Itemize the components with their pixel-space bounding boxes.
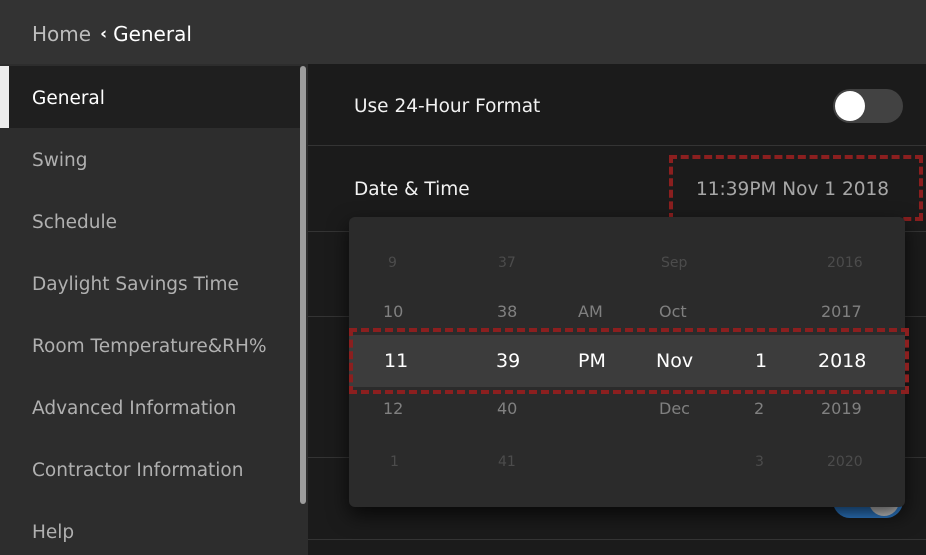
picker-option[interactable]: AM: [578, 302, 603, 322]
sidebar-scrollbar[interactable]: [300, 66, 306, 504]
sidebar: General Swing Schedule Daylight Savings …: [0, 64, 308, 555]
picker-option[interactable]: 1: [390, 452, 399, 472]
picker-option[interactable]: 3: [755, 452, 764, 472]
sidebar-item-schedule[interactable]: Schedule: [0, 190, 300, 252]
page-title: General: [113, 22, 192, 46]
picker-option[interactable]: Sep: [661, 253, 687, 273]
sidebar-item-label: Daylight Savings Time: [32, 274, 239, 295]
picker-option[interactable]: 2020: [827, 452, 863, 472]
picker-option[interactable]: 40: [497, 399, 517, 419]
date-time-value[interactable]: 11:39PM Nov 1 2018: [696, 179, 889, 201]
picker-option[interactable]: Dec: [659, 399, 690, 419]
picker-option[interactable]: 2: [754, 399, 764, 419]
sidebar-item-swing[interactable]: Swing: [0, 128, 300, 190]
sidebar-item-label: Help: [32, 522, 75, 543]
picker-option[interactable]: 12: [383, 399, 403, 419]
picker-option[interactable]: 41: [498, 452, 516, 472]
setting-label: Date & Time: [354, 179, 470, 200]
sidebar-item-advanced-information[interactable]: Advanced Information: [0, 376, 300, 438]
picker-option[interactable]: 2017: [821, 302, 862, 322]
sidebar-item-label: Schedule: [32, 212, 118, 233]
picker-selected-hour[interactable]: 11: [384, 350, 408, 372]
use-24-hour-toggle[interactable]: [833, 89, 903, 123]
sidebar-item-label: Swing: [32, 150, 88, 171]
sidebar-item-label: Advanced Information: [32, 398, 237, 419]
sidebar-item-room-temperature-rh[interactable]: Room Temperature&RH%: [0, 314, 300, 376]
setting-label: Use 24-Hour Format: [354, 96, 541, 117]
breadcrumb-home[interactable]: Home: [32, 22, 91, 46]
active-indicator: [0, 66, 9, 128]
picker-selected-day[interactable]: 1: [755, 350, 767, 372]
picker-option[interactable]: 9: [388, 253, 397, 273]
picker-option[interactable]: 37: [498, 253, 516, 273]
toggle-knob: [835, 91, 865, 121]
picker-option[interactable]: Oct: [659, 302, 687, 322]
picker-selected-ampm[interactable]: PM: [578, 350, 606, 372]
picker-option[interactable]: 2016: [827, 253, 863, 273]
sidebar-item-label: Contractor Information: [32, 460, 244, 481]
sidebar-item-help[interactable]: Help: [0, 500, 300, 555]
sidebar-item-label: General: [32, 88, 105, 109]
picker-option[interactable]: 2019: [821, 399, 862, 419]
picker-option[interactable]: 10: [383, 302, 403, 322]
sidebar-item-general[interactable]: General: [9, 66, 300, 128]
picker-selected-month[interactable]: Nov: [656, 350, 693, 372]
picker-selected-minute[interactable]: 39: [496, 350, 520, 372]
sidebar-item-label: Room Temperature&RH%: [32, 336, 267, 357]
chevron-left-icon[interactable]: ‹: [100, 22, 107, 46]
date-time-picker[interactable]: 9 10 11 12 1 37 38 39 40 41 AM PM Sep Oc…: [349, 217, 905, 507]
sidebar-item-daylight-savings-time[interactable]: Daylight Savings Time: [0, 252, 300, 314]
breadcrumb: Home ‹ General: [0, 0, 926, 64]
picker-option[interactable]: 38: [497, 302, 517, 322]
picker-selected-year[interactable]: 2018: [818, 350, 866, 372]
setting-row-24-hour: Use 24-Hour Format: [308, 64, 926, 146]
sidebar-item-contractor-information[interactable]: Contractor Information: [0, 438, 300, 500]
